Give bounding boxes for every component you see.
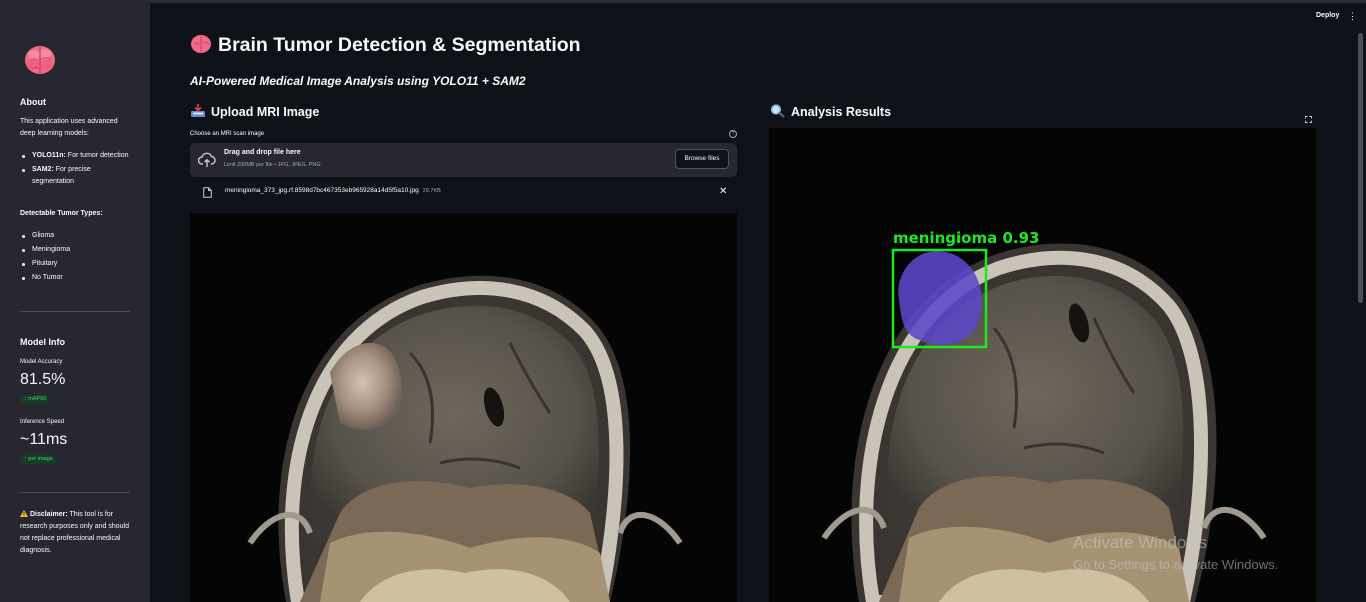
model-info-heading: Model Info: [20, 337, 65, 347]
browse-files-button[interactable]: Browse files: [675, 149, 729, 169]
close-icon[interactable]: ✕: [719, 186, 727, 197]
uploader-label: Choose an MRI scan image: [190, 131, 265, 137]
top-decoration-bar: [0, 0, 1366, 3]
file-icon: [203, 187, 212, 198]
warning-icon: [20, 510, 28, 517]
dropzone-limit: Limit 200MB per file • JPG, JPEG, PNG: [224, 162, 321, 168]
kebab-menu-icon[interactable]: ⋮: [1348, 11, 1357, 22]
model-desc: For tumor detection: [65, 152, 129, 159]
about-text: This application uses advanced deep lear…: [20, 118, 118, 137]
uploaded-mri-image: [190, 213, 737, 602]
model-name: YOLO11n:: [32, 152, 66, 159]
tumor-types-heading: Detectable Tumor Types:: [20, 210, 103, 217]
sidebar: About This application uses advanced dee…: [0, 0, 150, 602]
page-subtitle: AI-Powered Medical Image Analysis using …: [190, 74, 526, 88]
metric-delta: ↑ mAP50: [20, 395, 51, 404]
metric-delta: ↑ per image: [20, 455, 57, 464]
uploaded-file-row: meningioma_373_jpg.rf.8598d7bc467353eb96…: [190, 182, 737, 204]
inbox-tray-icon: [191, 104, 205, 117]
list-item: Glioma: [20, 230, 132, 242]
title-text: Brain Tumor Detection & Segmentation: [218, 34, 581, 56]
cloud-upload-icon: [198, 152, 216, 167]
brain-icon: [191, 35, 211, 53]
model-list: YOLO11n: For tumor detection SAM2: For p…: [20, 150, 132, 190]
analysis-result-image: meningioma 0.93: [769, 128, 1316, 602]
file-size: 29.7KB: [422, 188, 441, 194]
disclaimer: Disclaimer: This tool is for research pu…: [20, 509, 132, 557]
help-icon[interactable]: ?: [729, 130, 737, 138]
activation-watermark-subtitle: Go to Settings to activate Windows.: [1073, 557, 1279, 572]
file-name: meningioma_373_jpg.rf.8598d7bc467353eb96…: [225, 187, 441, 194]
results-heading: Analysis Results: [770, 104, 891, 119]
divider: [20, 311, 130, 312]
model-name: SAM2:: [32, 166, 54, 173]
file-dropzone[interactable]: Drag and drop file here Limit 200MB per …: [190, 143, 737, 177]
activation-watermark-title: Activate Windows: [1073, 533, 1208, 552]
file-name-text: meningioma_373_jpg.rf.8598d7bc467353eb96…: [225, 187, 419, 194]
detection-label: meningioma 0.93: [893, 229, 1039, 247]
brain-icon: [25, 46, 55, 74]
about-heading: About: [20, 97, 46, 107]
list-item: YOLO11n: For tumor detection: [20, 150, 132, 162]
divider: [20, 492, 130, 493]
metric-value: 81.5%: [20, 371, 66, 388]
list-item: Pituitary: [20, 258, 132, 270]
upload-heading: Upload MRI Image: [190, 104, 319, 119]
fullscreen-icon[interactable]: [1305, 116, 1312, 123]
list-item: Meningioma: [20, 244, 132, 256]
metric-value: ~11ms: [20, 431, 68, 448]
dropzone-text: Drag and drop file here: [224, 149, 301, 156]
metric-label: Model Accuracy: [20, 359, 63, 365]
list-item: No Tumor: [20, 272, 132, 284]
scrollbar[interactable]: [1358, 33, 1363, 303]
results-heading-text: Analysis Results: [791, 105, 892, 119]
disclaimer-label: Disclaimer:: [29, 511, 68, 518]
metric-label: Inference Speed: [20, 419, 65, 425]
magnifier-icon: [770, 104, 785, 118]
deploy-button[interactable]: Deploy: [1316, 12, 1339, 19]
list-item: SAM2: For precise segmentation: [20, 164, 132, 188]
page-title: Brain Tumor Detection & Segmentation: [190, 34, 581, 57]
upload-heading-text: Upload MRI Image: [211, 105, 320, 119]
tumor-type-list: Glioma Meningioma Pituitary No Tumor: [20, 230, 132, 286]
